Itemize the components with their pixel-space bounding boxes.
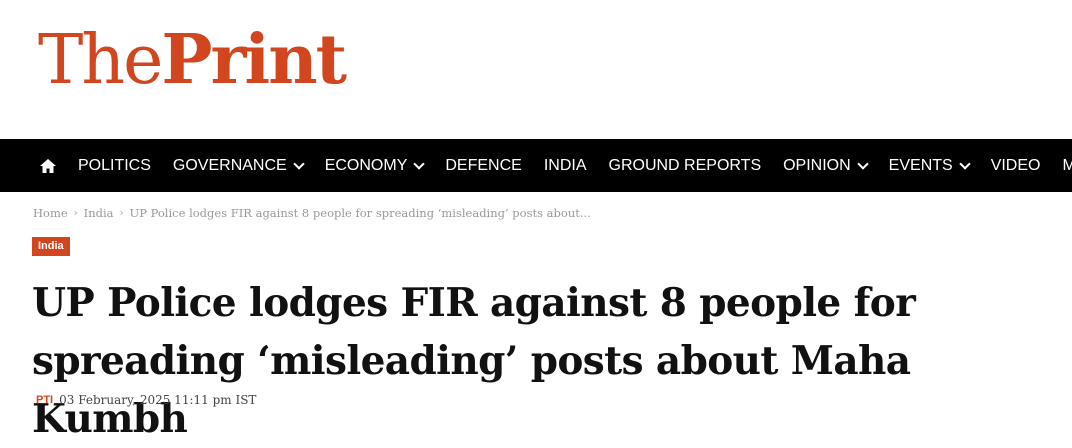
chevron-down-icon — [293, 157, 305, 170]
nav-label: DEFENCE — [445, 156, 522, 174]
nav-label: VIDEO — [990, 156, 1041, 174]
nav-label: INDIA — [543, 156, 587, 174]
theprint-logo[interactable]: ThePrint — [38, 20, 347, 101]
chevron-down-icon — [959, 157, 971, 170]
category-badge[interactable]: India — [32, 237, 70, 256]
article-meta: PTI 03 February, 2025 11:11 pm IST — [36, 393, 256, 407]
nav-item-governance[interactable]: GOVERNANCE — [172, 156, 305, 175]
logo-print: Print — [161, 20, 347, 100]
nav-label: MORE — [1062, 156, 1072, 174]
nav-item-defence[interactable]: DEFENCE — [445, 157, 521, 175]
nav-item-economy[interactable]: ECONOMY — [324, 156, 426, 175]
site-header: ThePrint — [0, 0, 1072, 139]
nav-item-more[interactable]: MORE — [1062, 157, 1072, 175]
nav-item-ground-reports[interactable]: GROUND REPORTS — [609, 157, 762, 175]
nav-item-events[interactable]: EVENTS — [888, 156, 971, 175]
chevron-right-icon: › — [119, 207, 124, 219]
breadcrumb-home[interactable]: Home — [33, 206, 68, 220]
logo-the: The — [38, 21, 163, 100]
breadcrumb: Home › India › UP Police lodges FIR agai… — [33, 206, 591, 220]
article-title: UP Police lodges FIR against 8 people fo… — [32, 280, 916, 442]
chevron-down-icon — [857, 157, 869, 170]
nav-label: GROUND REPORTS — [608, 156, 762, 174]
nav-label: EVENTS — [888, 156, 953, 174]
main-nav: POLITICS GOVERNANCE ECONOMY DEFENCE INDI… — [0, 139, 1072, 192]
breadcrumb-section[interactable]: India — [84, 206, 114, 220]
nav-item-india[interactable]: INDIA — [544, 157, 587, 175]
breadcrumb-current: UP Police lodges FIR against 8 people fo… — [129, 206, 591, 220]
chevron-right-icon: › — [73, 207, 78, 219]
nav-label: GOVERNANCE — [172, 156, 287, 174]
author-link[interactable]: PTI — [36, 394, 53, 406]
nav-label: ECONOMY — [324, 156, 408, 174]
home-icon[interactable] — [40, 157, 56, 175]
nav-label: OPINION — [783, 156, 851, 174]
nav-item-video[interactable]: VIDEO — [991, 157, 1041, 175]
nav-item-opinion[interactable]: OPINION — [783, 156, 869, 175]
nav-item-politics[interactable]: POLITICS — [78, 157, 151, 175]
nav-label: POLITICS — [78, 156, 151, 174]
publish-date: 03 February, 2025 11:11 pm IST — [59, 393, 257, 407]
chevron-down-icon — [413, 157, 426, 170]
